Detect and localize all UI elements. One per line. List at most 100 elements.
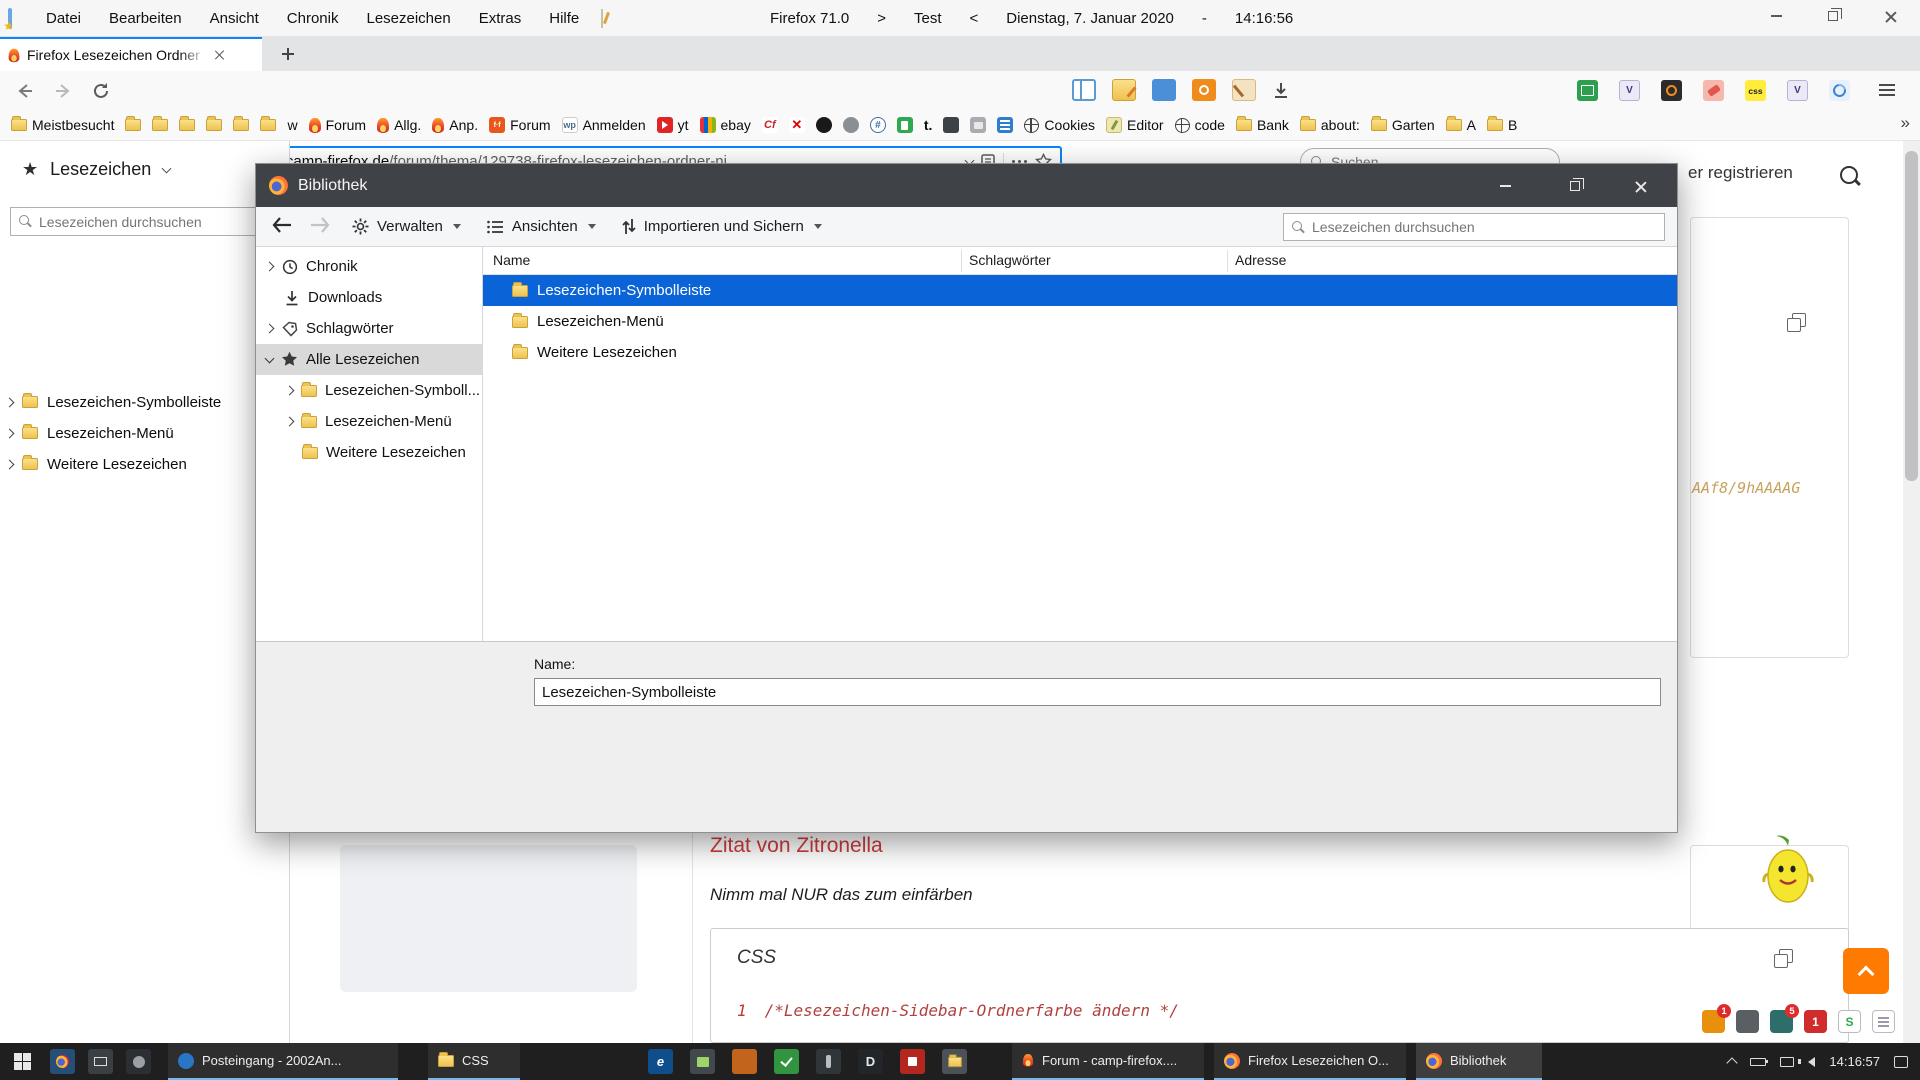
bookmark-folder[interactable]	[147, 116, 173, 134]
addon-orange-icon[interactable]	[1192, 79, 1216, 101]
bookmark-folder-meistbesucht[interactable]: Meistbesucht	[6, 114, 119, 136]
window-restore-button[interactable]	[1810, 0, 1856, 32]
sidebar-item-symbolleiste[interactable]: Lesezeichen-Symbolleiste	[6, 388, 221, 416]
bookmark-t[interactable]: t.	[919, 114, 938, 136]
tray-s-icon[interactable]: S	[1838, 1010, 1861, 1033]
import-backup-menu-button[interactable]: Importieren und Sichern	[614, 214, 830, 239]
library-close-button[interactable]	[1609, 164, 1673, 207]
sidebar-search-field[interactable]	[10, 207, 272, 236]
column-name[interactable]: Name	[493, 252, 530, 268]
tree-item-weitere[interactable]: Weitere Lesezeichen	[256, 437, 483, 468]
list-row-weitere[interactable]: Weitere Lesezeichen	[483, 337, 1677, 368]
blue-folder-icon[interactable]	[1152, 79, 1176, 101]
bookmark-github[interactable]	[811, 114, 837, 136]
taskbar-edge-icon[interactable]: e	[648, 1049, 673, 1074]
bookmark-folder[interactable]	[201, 116, 227, 134]
menu-datei[interactable]: Datei	[32, 10, 95, 27]
tray-badge-icon[interactable]: 1	[1702, 1010, 1725, 1033]
scroll-to-top-button[interactable]	[1843, 948, 1889, 994]
ext-v2-icon[interactable]: V	[1787, 80, 1808, 101]
tree-item-chronik[interactable]: Chronik	[256, 251, 483, 282]
chevron-right-icon[interactable]	[5, 459, 15, 469]
bookmark-mask[interactable]	[838, 114, 864, 136]
bookmark-window-icon[interactable]	[8, 10, 12, 27]
paintbrush-icon[interactable]	[1232, 79, 1256, 101]
taskbar-pinned-icon[interactable]	[50, 1049, 75, 1074]
window-minimize-button[interactable]	[1753, 0, 1799, 32]
tab-firefox-lesezeichen[interactable]: Firefox Lesezeichen Ordner	[0, 37, 262, 71]
scrollbar-thumb[interactable]	[1905, 151, 1918, 481]
bookmark-item-yt[interactable]: yt	[652, 114, 694, 136]
chevron-right-icon[interactable]	[285, 386, 295, 396]
menu-lesezeichen[interactable]: Lesezeichen	[352, 10, 464, 27]
bookmark-folder-about[interactable]: about:	[1295, 114, 1365, 136]
tree-item-downloads[interactable]: Downloads	[256, 282, 483, 313]
bookmark-item-anmelden[interactable]: wpAnmelden	[557, 114, 651, 136]
taskbar-button-firefox[interactable]: Firefox Lesezeichen O...	[1214, 1043, 1406, 1080]
network-icon[interactable]	[1780, 1057, 1794, 1067]
folder-edit-icon[interactable]	[1112, 79, 1136, 101]
reload-button[interactable]	[88, 78, 114, 104]
bookmark-editor[interactable]: Editor	[1101, 114, 1169, 136]
sidebar-toggle-icon[interactable]	[1072, 79, 1096, 101]
bookmark-item-forum2[interactable]: f·fForum	[484, 114, 555, 136]
bookmark-folder-bank[interactable]: Bank	[1231, 114, 1294, 136]
tab-close-icon[interactable]	[214, 50, 224, 60]
library-forward-button[interactable]	[306, 217, 334, 237]
bookmark-item-w[interactable]: w	[282, 114, 302, 136]
ext-swirl-icon[interactable]	[1829, 80, 1850, 101]
library-search-input[interactable]	[1312, 219, 1656, 235]
manage-menu-button[interactable]: Verwalten	[344, 214, 469, 239]
taskbar-app-icon[interactable]	[816, 1049, 841, 1074]
downloads-icon[interactable]	[1268, 78, 1294, 104]
chevron-right-icon[interactable]	[5, 428, 15, 438]
bookmark-folder[interactable]	[228, 116, 254, 134]
column-adresse[interactable]: Adresse	[1235, 252, 1286, 268]
speaker-icon[interactable]	[1808, 1057, 1815, 1067]
tray-badge-icon[interactable]: 1	[1804, 1010, 1827, 1033]
bookmark-item-allg[interactable]: Allg.	[372, 114, 426, 136]
tree-item-symbolleiste[interactable]: Lesezeichen-Symboll...	[256, 375, 483, 406]
chevron-right-icon[interactable]	[265, 324, 275, 334]
taskbar-check-icon[interactable]	[774, 1049, 799, 1074]
library-minimize-button[interactable]	[1473, 164, 1537, 207]
copy-icon[interactable]	[1774, 949, 1793, 968]
bookmark-x[interactable]: ✕	[784, 114, 810, 136]
bookmark-item-anp[interactable]: Anp.	[427, 114, 483, 136]
ext-eraser-icon[interactable]	[1703, 80, 1724, 101]
forward-button[interactable]	[50, 78, 76, 104]
bookmark-window[interactable]	[992, 114, 1018, 136]
taskbar-d-icon[interactable]: D	[858, 1049, 883, 1074]
taskbar-app-icon[interactable]	[126, 1049, 151, 1074]
ext-table-icon[interactable]	[1577, 80, 1598, 101]
bookmark-code[interactable]: code	[1170, 114, 1230, 136]
ext-css-icon[interactable]: css	[1745, 80, 1766, 101]
menu-hilfe[interactable]: Hilfe	[535, 10, 593, 27]
library-titlebar[interactable]: Bibliothek	[256, 164, 1677, 207]
taskbar-clock[interactable]: 14:16:57	[1829, 1054, 1880, 1069]
library-search-field[interactable]	[1283, 213, 1665, 241]
start-button[interactable]	[10, 1049, 35, 1074]
chevron-right-icon[interactable]	[285, 417, 295, 427]
tray-badge-icon[interactable]: 5	[1770, 1010, 1793, 1033]
bookmark-folder-b[interactable]: B	[1482, 114, 1522, 136]
back-button[interactable]	[12, 78, 38, 104]
sidebar-item-menu[interactable]: Lesezeichen-Menü	[6, 419, 174, 447]
bookmark-folder[interactable]	[174, 116, 200, 134]
tree-item-alle-lesezeichen[interactable]: Alle Lesezeichen	[256, 344, 483, 375]
notification-center-icon[interactable]	[1894, 1056, 1908, 1068]
tree-item-schlagwoerter[interactable]: Schlagwörter	[256, 313, 483, 344]
taskbar-button-bibliothek[interactable]: Bibliothek	[1416, 1043, 1542, 1080]
taskbar-folder-icon[interactable]	[942, 1049, 967, 1074]
taskbar-button-forum[interactable]: Forum - camp-firefox....	[1012, 1043, 1204, 1080]
bookmark-folder[interactable]	[120, 116, 146, 134]
chevron-right-icon[interactable]	[5, 397, 15, 407]
notes-pencil-icon[interactable]	[601, 10, 603, 27]
taskbar-mail-icon[interactable]	[88, 1049, 113, 1074]
menu-chronik[interactable]: Chronik	[273, 10, 353, 27]
bookmark-folder[interactable]	[255, 116, 281, 134]
register-link[interactable]: er registrieren	[1688, 163, 1793, 183]
list-row-symbolleiste[interactable]: Lesezeichen-Symbolleiste	[483, 275, 1677, 306]
menu-bearbeiten[interactable]: Bearbeiten	[95, 10, 196, 27]
bookmarks-overflow-chevron[interactable]: »	[1901, 113, 1910, 133]
